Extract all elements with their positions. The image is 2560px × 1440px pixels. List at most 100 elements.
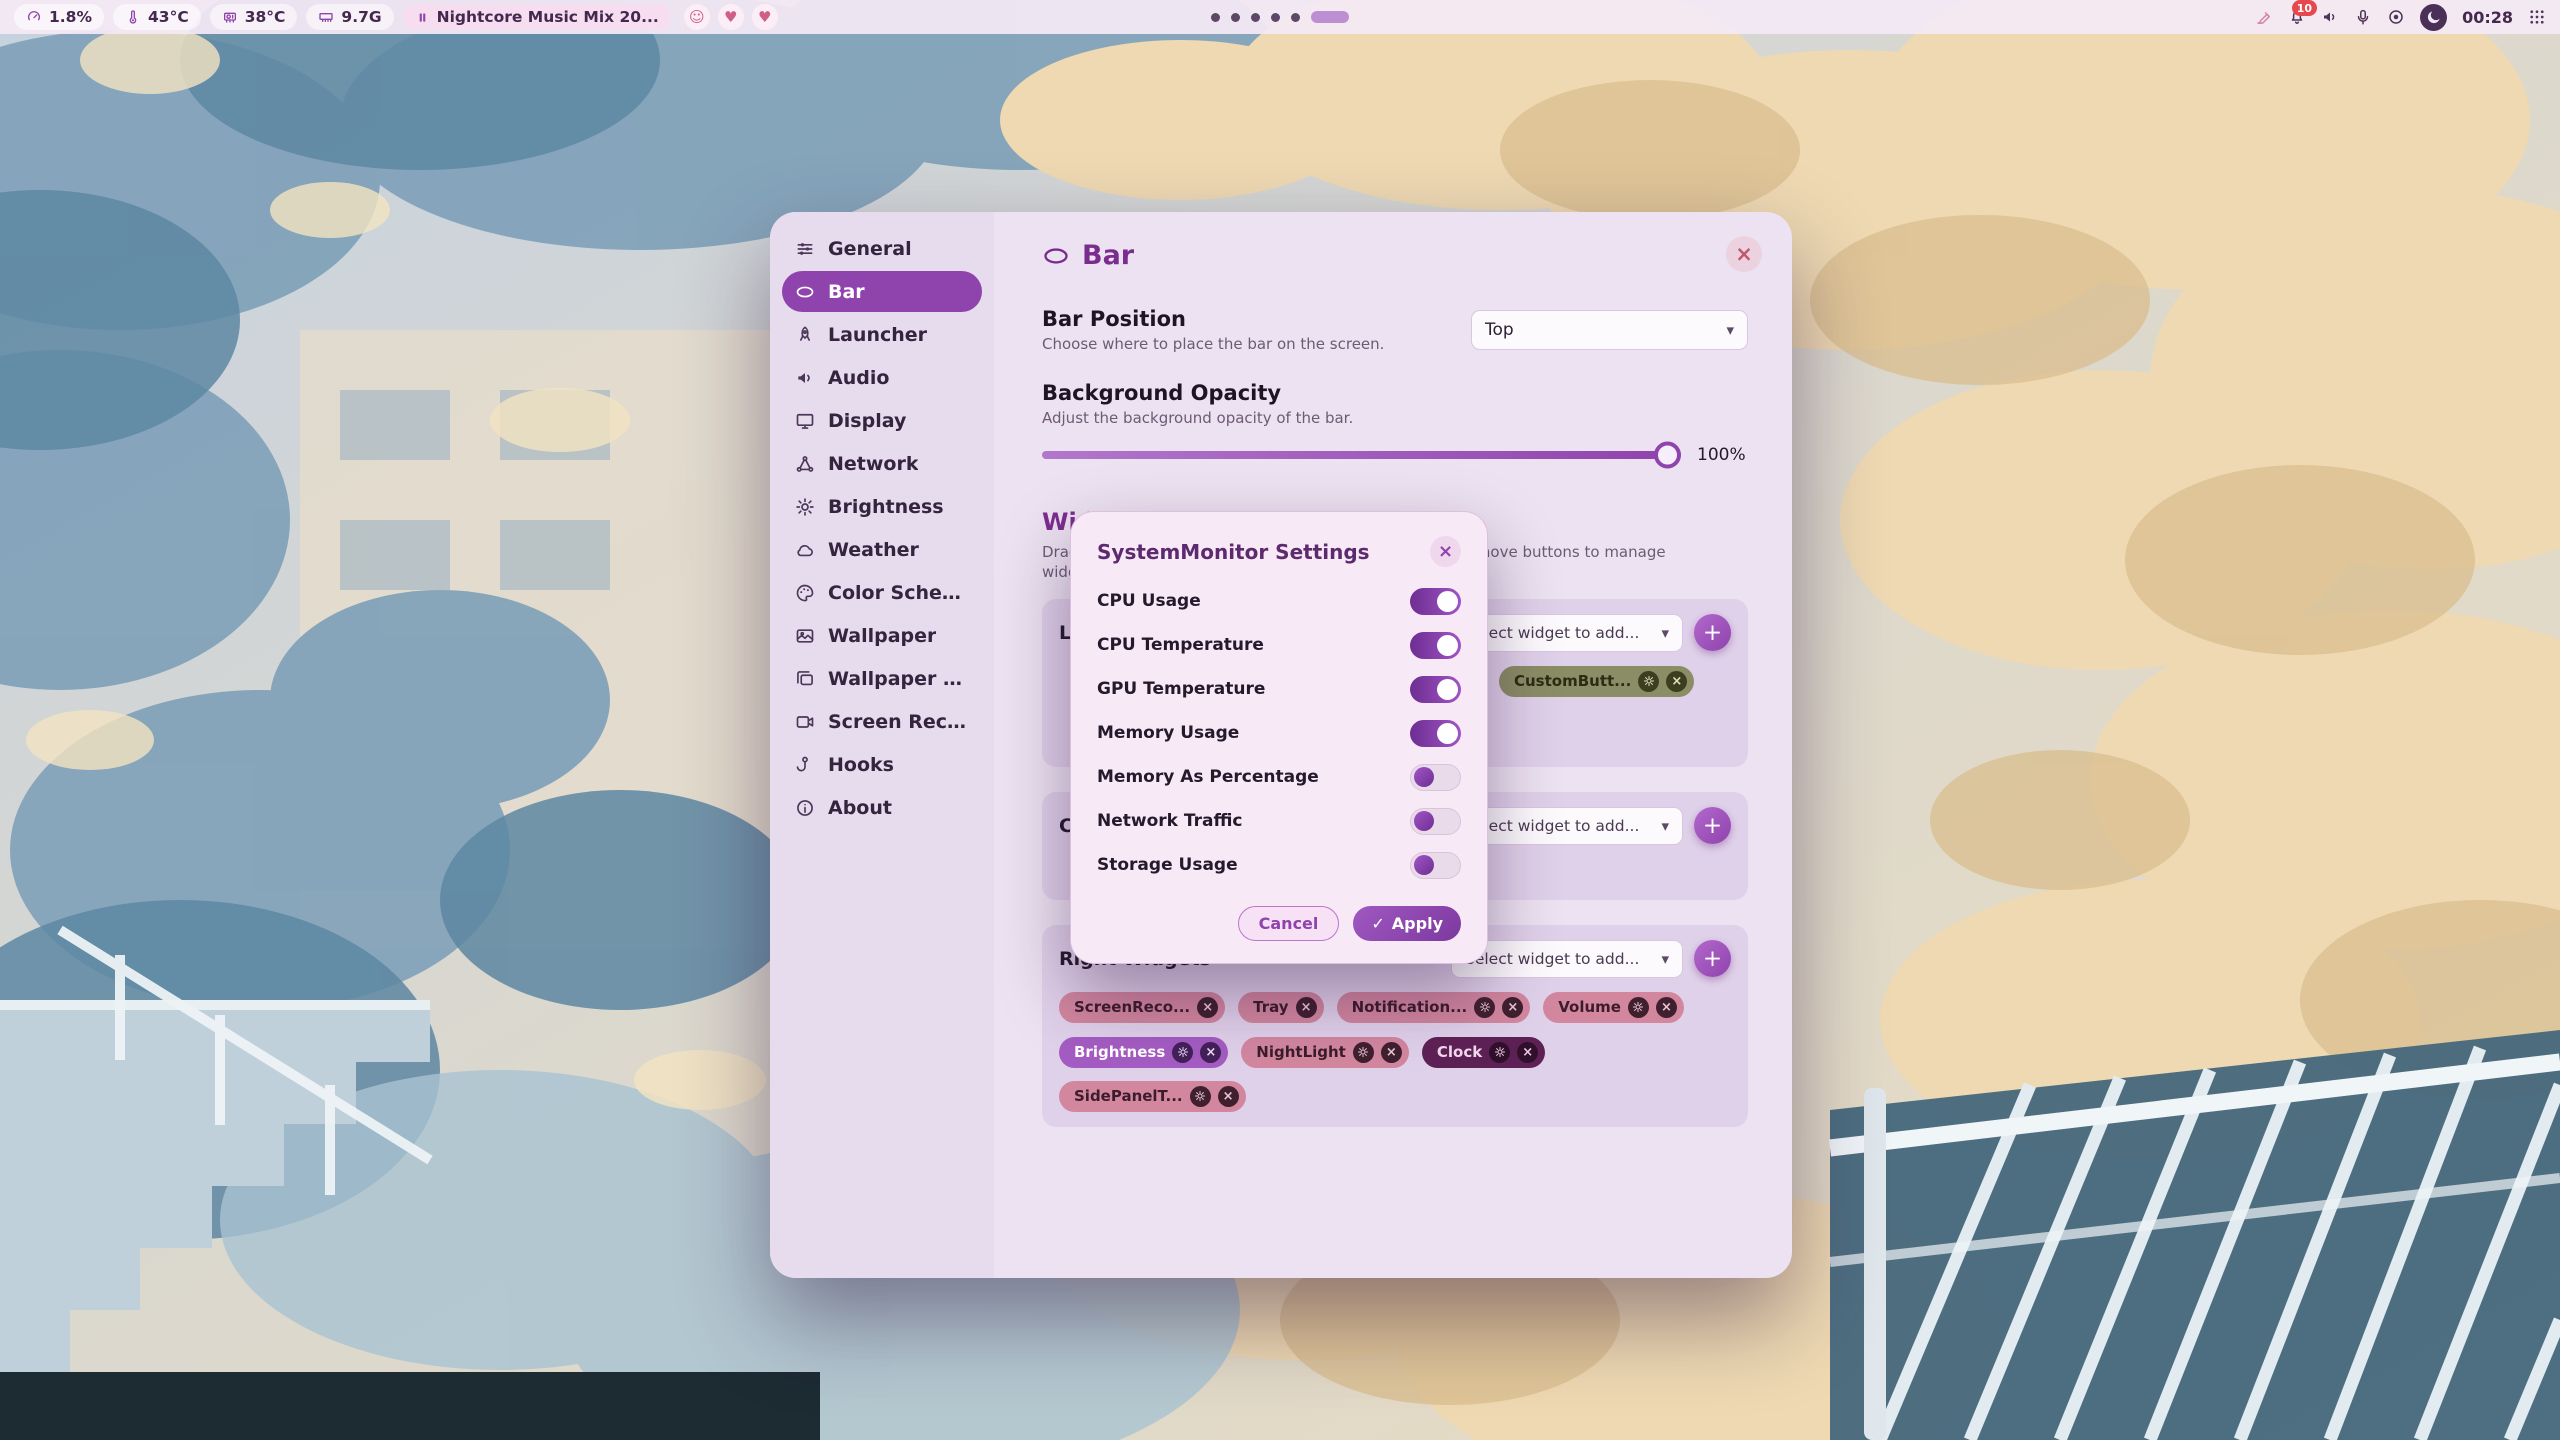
brush-icon	[2255, 8, 2273, 26]
widget-remove-button[interactable]: ×	[1218, 1086, 1239, 1107]
widget-settings-button[interactable]	[1190, 1086, 1211, 1107]
screen-record-button[interactable]	[2387, 8, 2405, 26]
toggle-switch-storage-usage[interactable]	[1410, 852, 1461, 879]
sidebar-item-launcher[interactable]: Launcher	[782, 314, 982, 355]
widget-chip-tray[interactable]: Tray×	[1238, 992, 1323, 1023]
apps-grid-icon[interactable]	[2528, 8, 2546, 26]
widget-remove-button[interactable]: ×	[1666, 671, 1687, 692]
apply-button[interactable]: ✓ Apply	[1353, 906, 1461, 941]
toggle-switch-gpu-temperature[interactable]	[1410, 676, 1461, 703]
sidebar-item-label: About	[828, 797, 892, 819]
workspace-dot[interactable]	[1231, 13, 1240, 22]
sidebar-item-color-scheme[interactable]: Color Scheme	[782, 572, 982, 613]
workspace-dot[interactable]	[1211, 13, 1220, 22]
group-controls: Select widget to add...▾+	[1451, 807, 1731, 845]
workspace-dot[interactable]	[1291, 13, 1300, 22]
widget-settings-button[interactable]	[1172, 1042, 1193, 1063]
sidebar-item-bar[interactable]: Bar	[782, 271, 982, 312]
chip-label: NightLight	[1256, 1043, 1346, 1061]
widget-remove-button[interactable]: ×	[1517, 1042, 1538, 1063]
ram-icon	[318, 9, 334, 25]
widget-remove-button[interactable]: ×	[1296, 997, 1317, 1018]
volume-button[interactable]	[2321, 8, 2339, 26]
widget-remove-button[interactable]: ×	[1656, 997, 1677, 1018]
night-mode-button[interactable]	[2420, 4, 2447, 31]
widget-settings-button[interactable]	[1638, 671, 1659, 692]
widget-chip-sidepanelt[interactable]: SidePanelT...×	[1059, 1081, 1246, 1112]
sidebar-item-wallpaper-selector[interactable]: Wallpaper Selector	[782, 658, 982, 699]
widget-chip-clock[interactable]: Clock×	[1422, 1037, 1545, 1068]
widget-settings-button[interactable]	[1353, 1042, 1374, 1063]
topbar-left: 1.8% 43°C 38°C 9.7G Nightcore Music Mix 20.…	[14, 4, 778, 30]
workspace-indicator[interactable]	[1211, 11, 1349, 23]
page-title: Bar	[1082, 240, 1134, 271]
widget-chip-volume[interactable]: Volume×	[1543, 992, 1684, 1023]
widget-remove-button[interactable]: ×	[1381, 1042, 1402, 1063]
add-widget-button[interactable]: +	[1694, 807, 1731, 844]
status-icons: 10	[2255, 4, 2447, 31]
gpu-temperature-stat[interactable]: 38°C	[210, 4, 298, 30]
sidebar-item-wallpaper[interactable]: Wallpaper	[782, 615, 982, 656]
sidebar-item-hooks[interactable]: Hooks	[782, 744, 982, 785]
opacity-slider[interactable]	[1042, 441, 1679, 468]
favorite-button[interactable]: ♥	[718, 4, 744, 30]
settings-sidebar: General Bar LauncherAudioDisplayNetwork Bri…	[770, 212, 994, 1278]
widget-chip-brightness[interactable]: Brightness×	[1059, 1037, 1228, 1068]
media-widget[interactable]: Nightcore Music Mix 20...	[403, 4, 671, 30]
cpu-usage-stat[interactable]: 1.8%	[14, 4, 104, 30]
widget-remove-button[interactable]: ×	[1502, 997, 1523, 1018]
sidebar-item-label: Screen Recorder	[828, 711, 969, 733]
dialog-actions: Cancel ✓ Apply	[1097, 894, 1461, 941]
microphone-button[interactable]	[2354, 8, 2372, 26]
widget-chip-screenreco[interactable]: ScreenReco...×	[1059, 992, 1225, 1023]
workspace-dot[interactable]	[1251, 13, 1260, 22]
memory-usage-stat[interactable]: 9.7G	[306, 4, 393, 30]
gear-icon	[1194, 1090, 1206, 1102]
dialog-close-button[interactable]: ×	[1430, 536, 1461, 567]
slider-knob[interactable]	[1654, 441, 1681, 468]
sidebar-item-network[interactable]: Network	[782, 443, 982, 484]
widget-chip-notification[interactable]: Notification...×	[1337, 992, 1531, 1023]
notifications-button[interactable]: 10	[2288, 8, 2306, 26]
workspace-active-pill[interactable]	[1311, 11, 1349, 23]
sidebar-item-label: Color Scheme	[828, 582, 969, 604]
add-widget-button[interactable]: +	[1694, 614, 1731, 651]
group-controls: Select widget to add...▾+	[1451, 614, 1731, 652]
toggle-switch-cpu-usage[interactable]	[1410, 588, 1461, 615]
cancel-button[interactable]: Cancel	[1238, 906, 1340, 941]
sidebar-item-general[interactable]: General	[782, 228, 982, 269]
bar-position-setting: Bar Position Choose where to place the b…	[1042, 307, 1748, 353]
widget-settings-button[interactable]	[1628, 997, 1649, 1018]
notification-badge: 10	[2292, 0, 2317, 16]
emoji-button[interactable]: ☺	[684, 4, 710, 30]
workspace-dot[interactable]	[1271, 13, 1280, 22]
add-widget-button[interactable]: +	[1694, 940, 1731, 977]
widget-chip-nightlight[interactable]: NightLight ×	[1241, 1037, 1409, 1068]
toggle-switch-network-traffic[interactable]	[1410, 808, 1461, 835]
sidebar-item-screen-recorder[interactable]: Screen Recorder	[782, 701, 982, 742]
toggle-switch-memory-as-percentage[interactable]	[1410, 764, 1461, 791]
sidebar-item-audio[interactable]: Audio	[782, 357, 982, 398]
sidebar-item-label: Brightness	[828, 496, 944, 518]
widget-settings-button[interactable]	[1489, 1042, 1510, 1063]
color-picker-button[interactable]	[2255, 8, 2273, 26]
widget-remove-button[interactable]: ×	[1197, 997, 1218, 1018]
pause-icon[interactable]	[415, 10, 430, 25]
toggle-switch-cpu-temperature[interactable]	[1410, 632, 1461, 659]
sidebar-item-label: Bar	[828, 281, 865, 303]
sidebar-item-about[interactable]: About	[782, 787, 982, 828]
toggle-switch-memory-usage[interactable]	[1410, 720, 1461, 747]
sidebar-item-weather[interactable]: Weather	[782, 529, 982, 570]
sidebar-item-brightness[interactable]: Brightness	[782, 486, 982, 527]
like-button[interactable]: ♥	[752, 4, 778, 30]
sidebar-item-display[interactable]: Display	[782, 400, 982, 441]
widget-settings-button[interactable]	[1474, 997, 1495, 1018]
toggle-label: CPU Temperature	[1097, 635, 1264, 655]
apps-grid-icon	[2528, 8, 2546, 26]
window-close-button[interactable]: ×	[1726, 236, 1762, 272]
cpu-temperature-stat[interactable]: 43°C	[113, 4, 201, 30]
widget-remove-button[interactable]: ×	[1200, 1042, 1221, 1063]
widget-chip-custombutt[interactable]: CustomButt...×	[1499, 666, 1694, 697]
bar-position-dropdown[interactable]: Top ▾	[1471, 310, 1748, 350]
clock[interactable]: 00:28	[2462, 8, 2513, 27]
